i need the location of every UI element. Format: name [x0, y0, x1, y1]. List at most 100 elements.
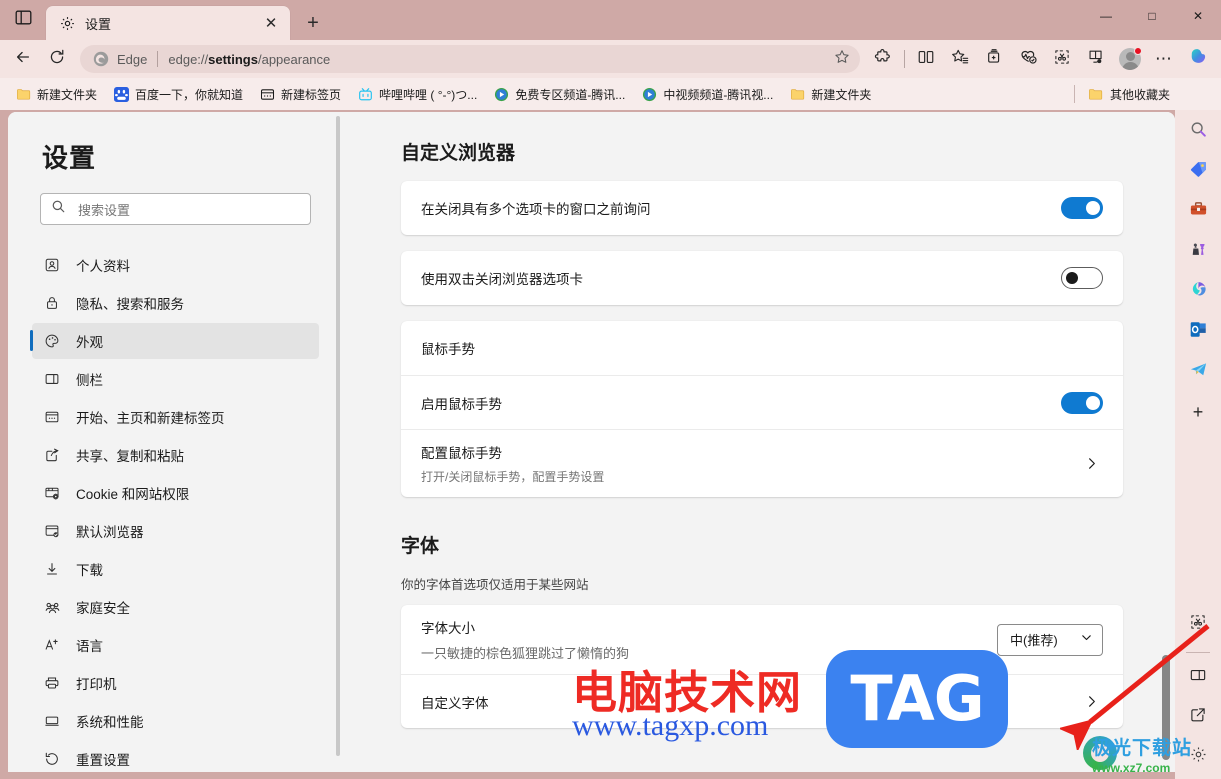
bookmark-item[interactable]: 新建文件夹: [8, 82, 104, 106]
sidebar-outlook-button[interactable]: [1182, 316, 1214, 348]
section-heading-customize-browser: 自定义浏览器: [401, 143, 516, 164]
other-favorites-button[interactable]: 其他收藏夹: [1081, 82, 1177, 106]
bookmark-item[interactable]: 新建文件夹: [782, 82, 878, 106]
search-settings-input[interactable]: 搜索设置: [40, 193, 311, 225]
microsoft365-icon: [1189, 280, 1208, 304]
screenshot-icon: [1189, 613, 1207, 636]
setting-row-font-size[interactable]: 字体大小 一只敏捷的棕色狐狸跳过了懒惰的狗 中(推荐): [401, 605, 1123, 674]
setting-row-enable-mouse-gestures[interactable]: 启用鼠标手势: [401, 375, 1123, 429]
sidebar-item-family-safety[interactable]: 家庭安全: [32, 589, 319, 625]
close-window-button[interactable]: ✕: [1175, 0, 1221, 32]
sidebar-divider: [1186, 652, 1210, 653]
sidebar-scrollbar-thumb[interactable]: [336, 116, 340, 756]
address-bar[interactable]: Edge edge://settings/appearance: [80, 45, 860, 73]
sidebar-item-start-home-newtab[interactable]: 开始、主页和新建标签页: [32, 399, 319, 435]
setting-text: 配置鼠标手势 打开/关闭鼠标手势，配置手势设置: [421, 442, 1079, 485]
sidebar-item-sidebar[interactable]: 侧栏: [32, 361, 319, 397]
chevron-right-icon[interactable]: [1079, 694, 1103, 709]
setting-row-custom-fonts[interactable]: 自定义字体: [401, 674, 1123, 728]
content-scrollbar[interactable]: [1161, 112, 1171, 772]
split-screen-icon: [917, 48, 935, 71]
palette-icon: [42, 333, 62, 349]
sidebar-settings-button[interactable]: [1182, 741, 1214, 773]
more-options-button[interactable]: ⋯: [1147, 44, 1181, 74]
bookmark-item[interactable]: 中视频频道-腾讯视...: [634, 82, 780, 106]
favorites-button[interactable]: [943, 44, 977, 74]
setting-row-configure-mouse-gestures[interactable]: 配置鼠标手势 打开/关闭鼠标手势，配置手势设置: [401, 429, 1123, 497]
sidebar-item-share-copy-paste[interactable]: 共享、复制和粘贴: [32, 437, 319, 473]
split-screen-icon: [1189, 666, 1207, 689]
minimize-button[interactable]: —: [1083, 0, 1129, 32]
folder-icon: [15, 86, 31, 102]
sidebar-item-languages[interactable]: 语言: [32, 627, 319, 663]
bookmark-label: 哔哩哔哩 ( °-°)つ...: [379, 87, 478, 102]
sidebar-item-cookies[interactable]: Cookie 和网站权限: [32, 475, 319, 511]
setting-row-double-click-close-tab[interactable]: 使用双击关闭浏览器选项卡: [401, 251, 1123, 305]
profile-icon: [42, 257, 62, 273]
favorite-star-button[interactable]: [828, 47, 856, 71]
sidebar-add-button[interactable]: +: [1182, 396, 1214, 428]
bookmark-item[interactable]: 哔哩哔哩 ( °-°)つ...: [350, 82, 484, 106]
setting-title: 在关闭具有多个选项卡的窗口之前询问: [421, 202, 651, 217]
toggle-knob: [1066, 272, 1078, 284]
bookmark-item[interactable]: 新建标签页: [252, 82, 348, 106]
setting-title: 字体大小: [421, 621, 475, 636]
sidebar-telegram-button[interactable]: [1182, 356, 1214, 388]
telegram-icon: [1189, 360, 1208, 384]
bookmark-item[interactable]: 百度一下，你就知道: [106, 82, 250, 106]
share-icon: [42, 447, 62, 463]
baidu-icon: [113, 86, 129, 102]
font-size-dropdown[interactable]: 中(推荐): [997, 623, 1103, 656]
sidebar-item-appearance[interactable]: 外观: [30, 323, 319, 359]
sidebar-scrollbar[interactable]: [335, 116, 341, 772]
sidebar-microsoft365-button[interactable]: [1182, 276, 1214, 308]
screenshot-icon: [1053, 48, 1071, 71]
toggle-enable-mouse-gestures[interactable]: [1061, 391, 1103, 414]
screenshot-button[interactable]: [1045, 44, 1079, 74]
sidebar-split-button[interactable]: [1182, 661, 1214, 693]
sidebar-games-button[interactable]: [1182, 236, 1214, 268]
sidebar-item-label: 打印机: [76, 677, 117, 692]
sidebar-item-profile[interactable]: 个人资料: [32, 247, 319, 283]
tab-search-button[interactable]: [0, 0, 46, 40]
sidebar-item-system-performance[interactable]: 系统和性能: [32, 703, 319, 739]
new-tab-button[interactable]: +: [298, 8, 328, 38]
chevron-right-icon[interactable]: [1079, 456, 1103, 471]
printer-icon: [42, 675, 62, 691]
sidebar-item-reset-settings[interactable]: 重置设置: [32, 741, 319, 772]
toggle-double-click-close-tab[interactable]: [1061, 267, 1103, 289]
setting-row-ask-before-closing[interactable]: 在关闭具有多个选项卡的窗口之前询问: [401, 181, 1123, 235]
copilot-button[interactable]: [1181, 44, 1215, 74]
maximize-button[interactable]: □: [1129, 0, 1175, 32]
back-arrow-icon: [14, 48, 32, 71]
sidebar-item-privacy[interactable]: 隐私、搜索和服务: [32, 285, 319, 321]
reload-button[interactable]: [40, 44, 74, 74]
shopping-tag-icon: [1189, 160, 1208, 184]
setting-title: 自定义字体: [421, 695, 489, 711]
sidebar-item-downloads[interactable]: 下载: [32, 551, 319, 587]
settings-page: 设置 搜索设置 个人资料 隐私、搜索和服务 外观 侧栏 开始、主页和新建标签页 …: [8, 112, 1175, 772]
content-scrollbar-thumb[interactable]: [1162, 655, 1170, 760]
collections-button[interactable]: [977, 44, 1011, 74]
font-sample-text: 一只敏捷的棕色狐狸跳过了懒惰的狗: [421, 646, 630, 661]
sidebar-item-printers[interactable]: 打印机: [32, 665, 319, 701]
toggle-ask-before-closing[interactable]: [1061, 197, 1103, 219]
settings-sidebar: 设置 搜索设置 个人资料 隐私、搜索和服务 外观 侧栏 开始、主页和新建标签页 …: [8, 112, 343, 772]
profile-button[interactable]: [1113, 44, 1147, 74]
sidebar-open-external-button[interactable]: [1182, 701, 1214, 733]
drop-button[interactable]: [1079, 44, 1113, 74]
sidebar-tools-button[interactable]: [1182, 196, 1214, 228]
back-button[interactable]: [6, 44, 40, 74]
split-screen-button[interactable]: [909, 44, 943, 74]
bookmark-item[interactable]: 免费专区频道-腾讯...: [486, 82, 632, 106]
sidebar-search-button[interactable]: [1182, 116, 1214, 148]
sidebar-item-label: 个人资料: [76, 259, 130, 274]
sidebar-shopping-button[interactable]: [1182, 156, 1214, 188]
browser-essentials-button[interactable]: [1011, 44, 1045, 74]
browser-tab[interactable]: 设置 ✕: [46, 6, 290, 40]
sidebar-screenshot-button[interactable]: [1182, 608, 1214, 640]
tab-close-button[interactable]: ✕: [260, 12, 282, 34]
extensions-button[interactable]: [866, 44, 900, 74]
edge-sidebar: +: [1175, 110, 1221, 779]
sidebar-item-default-browser[interactable]: 默认浏览器: [32, 513, 319, 549]
